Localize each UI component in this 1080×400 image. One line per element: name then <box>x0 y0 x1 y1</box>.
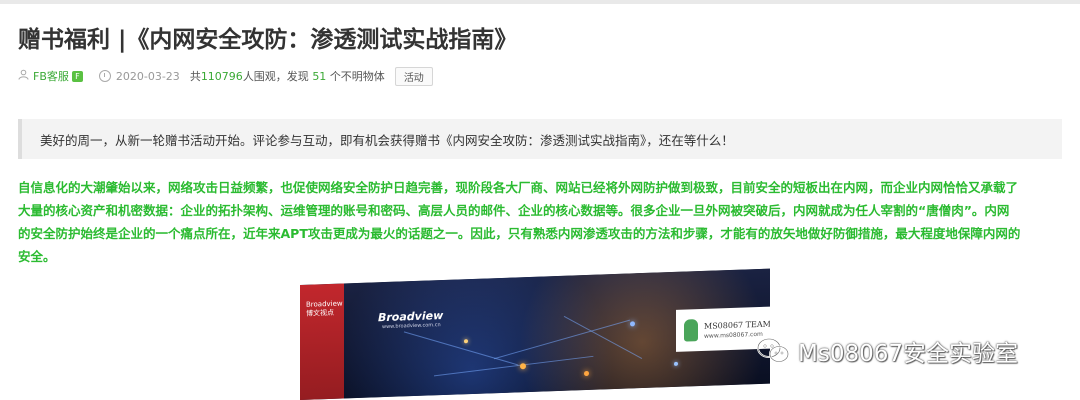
book-spine: Broadview 博文视点 <box>300 283 344 400</box>
spine-text: Broadview 博文视点 <box>306 299 343 318</box>
network-node <box>464 339 468 344</box>
team-name: MS08067 TEAM <box>704 319 770 331</box>
article-stats: 共110796人围观，发现 51 个不明物体 <box>190 68 385 84</box>
network-line <box>493 319 630 360</box>
clock-icon <box>98 70 111 82</box>
network-node <box>674 361 678 366</box>
publish-date: 2020-03-23 <box>98 69 180 83</box>
stats-mid: 人围观，发现 <box>242 70 309 83</box>
watermark: Ms08067安全实验室 <box>756 334 1018 368</box>
intro-quote: 美好的周一，从新一轮赠书活动开始。评论参与互动，即有机会获得赠书《内网安全攻防：… <box>18 119 1062 159</box>
body-line-2: 大量的核心资产和机密数据：企业的拓扑架构、运维管理的账号和密码、高层人员的邮件、… <box>18 203 1010 218</box>
date-text: 2020-03-23 <box>115 69 180 83</box>
view-count: 110796 <box>200 70 243 83</box>
article-body: 自信息化的大潮肇始以来，网络攻击日益频繁，也促使网络安全防护日趋完善，现阶段各大… <box>18 176 1063 268</box>
book-cover-image: Broadview 博文视点 Broadview www.broadview.c… <box>300 268 770 400</box>
author-badge: F <box>71 70 83 82</box>
article-meta: FB客服 F 2020-03-23 共110796人围观，发现 51 个不明物体… <box>18 66 433 86</box>
network-node <box>520 363 526 370</box>
network-line <box>403 331 519 366</box>
stats-suffix: 个不明物体 <box>329 70 385 83</box>
watermark-text: Ms08067安全实验室 <box>798 341 1018 367</box>
network-line <box>433 355 594 377</box>
category-tag[interactable]: 活动 <box>394 66 433 86</box>
discovery-count: 51 <box>312 70 327 83</box>
network-node <box>584 370 589 377</box>
wechat-icon <box>756 337 790 365</box>
body-line-4: 安全。 <box>18 249 56 264</box>
team-url: www.ms08067.com <box>704 330 763 340</box>
user-icon <box>18 69 29 83</box>
team-logo-icon <box>684 319 698 342</box>
stats-prefix: 共 <box>189 70 201 83</box>
body-line-1: 自信息化的大潮肇始以来，网络攻击日益频繁，也促使网络安全防护日趋完善，现阶段各大… <box>18 180 1019 195</box>
top-border <box>0 0 1080 4</box>
body-line-3: 的安全防护始终是企业的一个痛点所在，近年来APT攻击更成为最火的话题之一。因此，… <box>18 226 1021 241</box>
network-node <box>630 321 635 327</box>
article-title: 赠书福利 |《内网安全攻防：渗透测试实战指南》 <box>18 27 518 53</box>
author-link[interactable]: FB客服 <box>33 68 69 84</box>
